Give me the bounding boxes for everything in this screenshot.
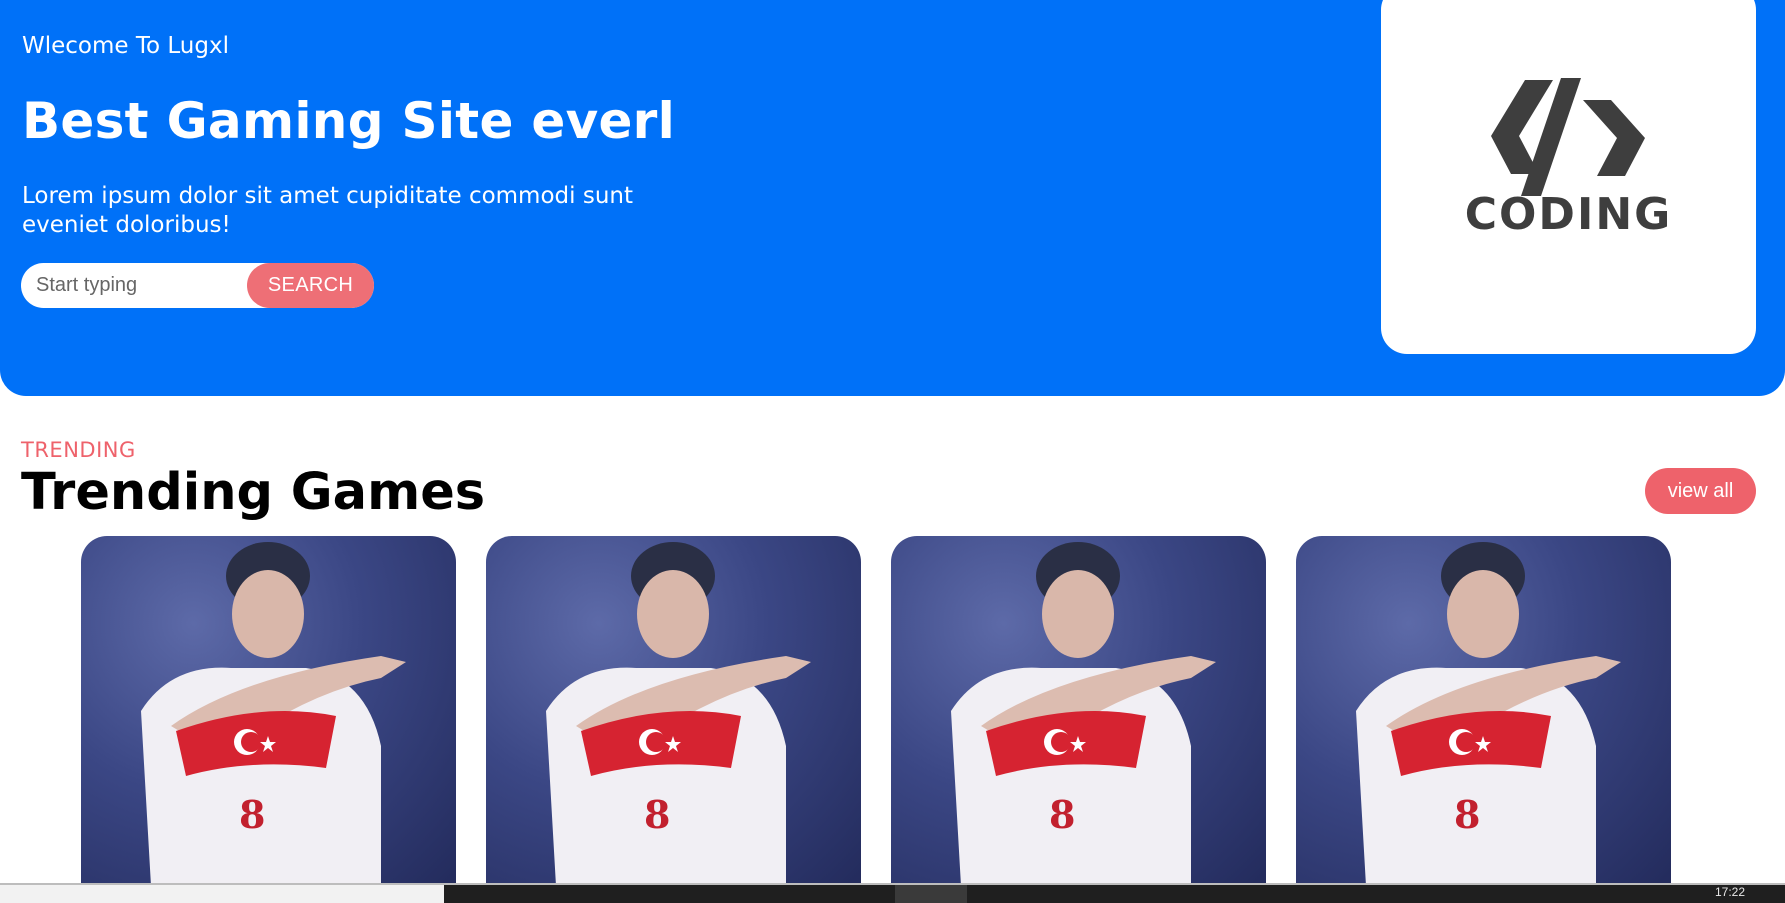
view-all-button[interactable]: view all xyxy=(1645,468,1756,514)
player-image: 8 xyxy=(546,542,811,886)
player-image: 8 xyxy=(141,542,406,886)
taskbar-clock[interactable]: 17:22 xyxy=(1715,885,1745,899)
trending-eyebrow: TRENDING xyxy=(21,438,136,462)
jersey-number: 8 xyxy=(1454,792,1480,837)
jersey-number: 8 xyxy=(644,792,670,837)
game-card[interactable]: 8 xyxy=(486,536,861,886)
search-button[interactable]: SEARCH xyxy=(247,263,374,308)
taskbar-active-app[interactable] xyxy=(895,885,967,903)
coding-logo-card: CODING xyxy=(1381,0,1756,354)
hero-title: Best Gaming Site everl xyxy=(22,92,676,150)
player-image: 8 xyxy=(951,542,1216,886)
search-form: SEARCH xyxy=(21,263,374,308)
code-brackets-icon xyxy=(1491,78,1645,196)
game-card[interactable]: 8 xyxy=(1296,536,1671,886)
hero-banner: Wlecome To Lugxl Best Gaming Site everl … xyxy=(0,0,1785,396)
page: Wlecome To Lugxl Best Gaming Site everl … xyxy=(0,0,1785,903)
trending-games-list: 8 8 8 8 xyxy=(0,536,1785,886)
player-image: 8 xyxy=(1356,542,1621,886)
search-input[interactable] xyxy=(21,263,251,308)
os-taskbar: 17:22 xyxy=(0,883,1785,903)
hero-description: Lorem ipsum dolor sit amet cupiditate co… xyxy=(22,183,633,238)
jersey-number: 8 xyxy=(239,792,265,837)
game-card[interactable]: 8 xyxy=(81,536,456,886)
game-card[interactable]: 8 xyxy=(891,536,1266,886)
hero-welcome-text: Wlecome To Lugxl xyxy=(22,33,229,59)
jersey-number: 8 xyxy=(1049,792,1075,837)
taskbar-search-area[interactable] xyxy=(0,885,444,903)
logo-text: CODING xyxy=(1464,189,1673,240)
trending-title: Trending Games xyxy=(21,463,486,522)
